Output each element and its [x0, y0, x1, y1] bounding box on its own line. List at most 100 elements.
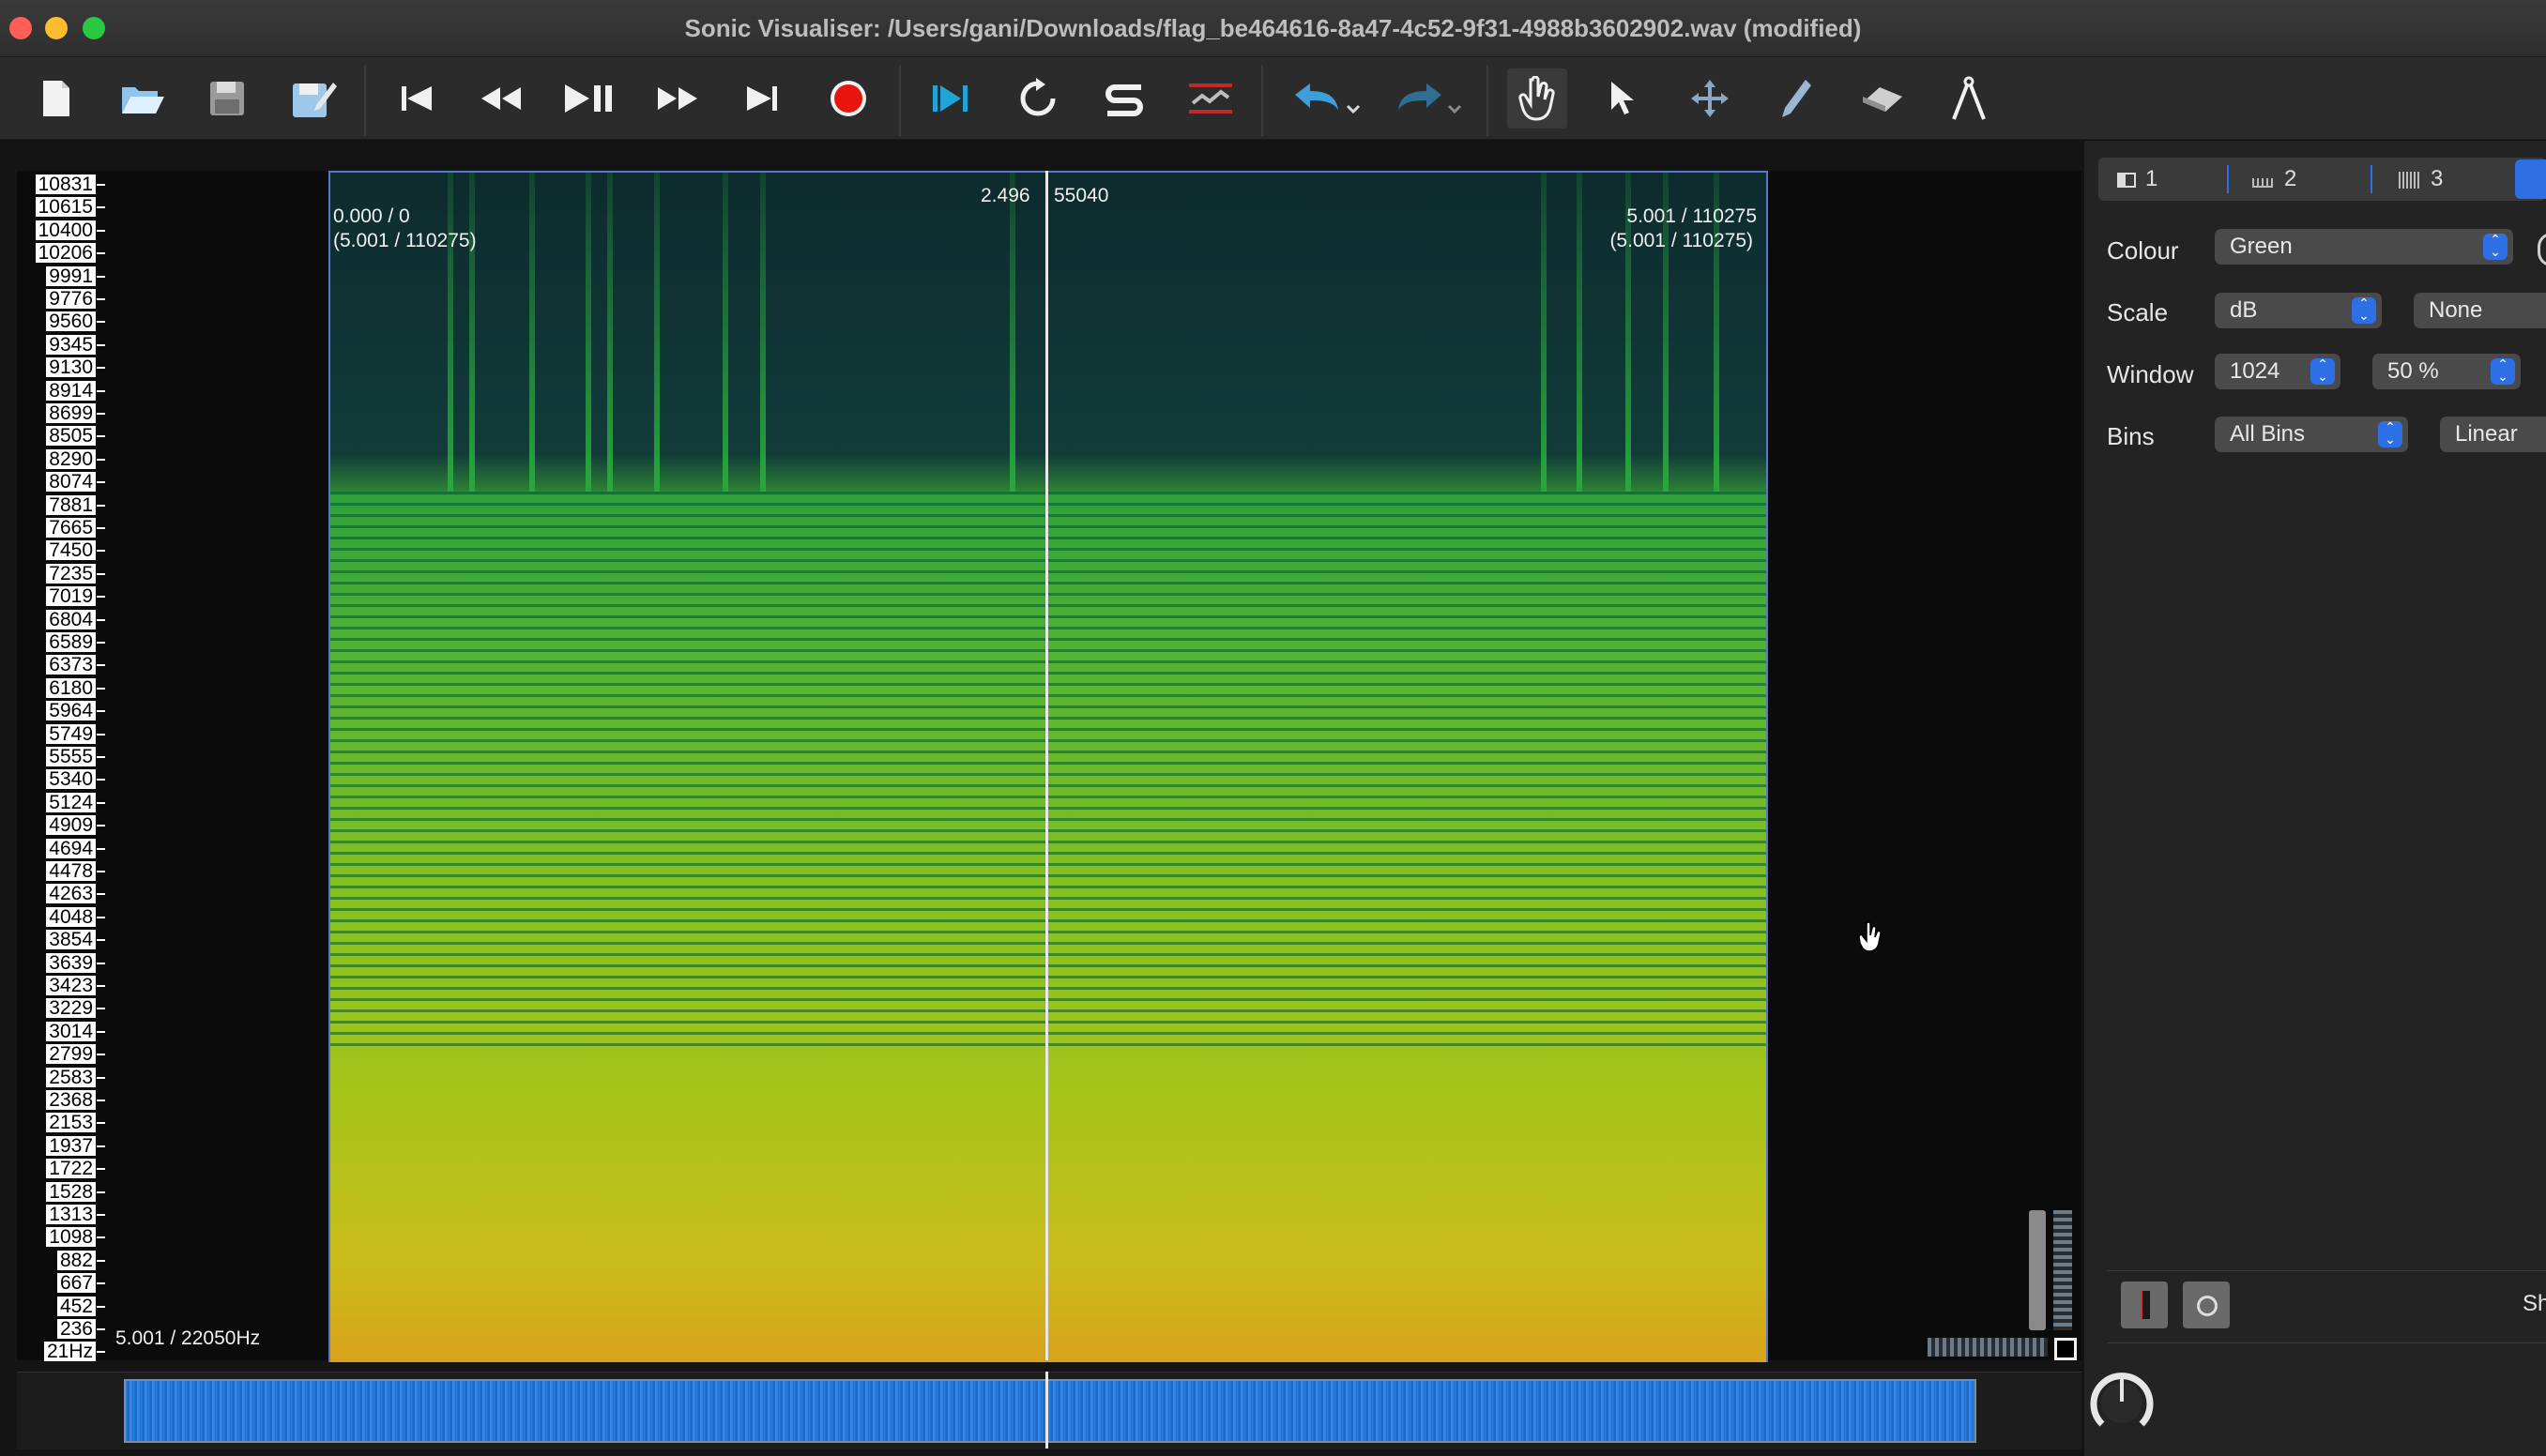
- frequency-tick-label: 1313: [46, 1205, 96, 1224]
- bins-scale-value: Linear: [2455, 421, 2518, 447]
- overlap-dropdown[interactable]: 50 % ⌃ ⌄: [2372, 354, 2521, 389]
- loop-icon[interactable]: [1008, 68, 1068, 129]
- frequency-tick-label: 3014: [46, 1021, 96, 1041]
- frequency-tick-label: 9991: [46, 265, 96, 286]
- save-as-icon[interactable]: [283, 68, 343, 129]
- navigate-tool-icon[interactable]: [1507, 68, 1567, 129]
- frequency-tick: 21Hz: [17, 1342, 105, 1364]
- frequency-tick: 5340: [17, 769, 105, 792]
- overview-waveform[interactable]: [124, 1379, 1976, 1443]
- spectrogram-view[interactable]: [328, 171, 1768, 1362]
- tab-3[interactable]: 3: [2399, 159, 2443, 199]
- waveform-icon: [2399, 171, 2419, 189]
- colour-dropdown[interactable]: Green ⌃ ⌄: [2215, 229, 2513, 265]
- window-label: Window: [2107, 360, 2194, 388]
- normalize-dropdown[interactable]: None: [2414, 293, 2546, 328]
- frequency-tick: 236: [17, 1319, 105, 1342]
- frequency-tick-label: 2153: [46, 1113, 96, 1133]
- zoom-reset-button[interactable]: [2054, 1338, 2077, 1360]
- frequency-tick-label: 6180: [46, 677, 96, 698]
- tab-2[interactable]: 2: [2252, 159, 2296, 199]
- frequency-tick: 1937: [17, 1135, 105, 1159]
- measure-tool-icon[interactable]: [1939, 68, 1999, 129]
- cursor-time-label: 2.496: [981, 185, 1030, 206]
- frequency-tick: 4263: [17, 884, 105, 906]
- speed-icon[interactable]: [1181, 68, 1241, 129]
- layer-visibility-button[interactable]: [2121, 1282, 2168, 1328]
- window-size-dropdown[interactable]: 1024 ⌃ ⌄: [2215, 354, 2340, 389]
- normalize-value: None: [2429, 297, 2483, 323]
- playhead-cursor[interactable]: [1045, 171, 1048, 1360]
- erase-tool-icon[interactable]: [1852, 68, 1913, 129]
- vertical-zoom-wheel[interactable]: [2053, 1210, 2072, 1330]
- vertical-zoom-slider[interactable]: [2029, 1210, 2046, 1330]
- start-time-label: 0.000 / 0: [333, 205, 410, 227]
- play-pause-icon[interactable]: [559, 68, 619, 129]
- solo-icon[interactable]: [1094, 68, 1154, 129]
- rewind-icon[interactable]: [471, 68, 531, 129]
- frequency-tick-label: 8914: [46, 380, 96, 401]
- property-panel: [2084, 141, 2546, 1456]
- layer-tab-bar: [2098, 158, 2546, 201]
- horizontal-zoom-wheel[interactable]: [1928, 1338, 2048, 1357]
- frequency-tick: 4909: [17, 815, 105, 838]
- redo-icon[interactable]: [1389, 68, 1464, 129]
- open-file-icon[interactable]: [113, 68, 173, 129]
- frequency-tick: 7235: [17, 563, 105, 586]
- colour-value: Green: [2230, 234, 2293, 259]
- move-tool-icon[interactable]: [1680, 68, 1740, 129]
- bins-dropdown[interactable]: All Bins ⌃ ⌄: [2215, 417, 2408, 452]
- frequency-tick: 9560: [17, 311, 105, 334]
- frequency-tick: 7450: [17, 540, 105, 563]
- frequency-tick-label: 8699: [46, 403, 96, 423]
- frequency-tick: 3229: [17, 998, 105, 1021]
- frequency-tick: 2153: [17, 1113, 105, 1135]
- fast-forward-icon[interactable]: [648, 68, 708, 129]
- truncated-label: Sh: [2523, 1291, 2546, 1316]
- frequency-tick: 6180: [17, 677, 105, 701]
- save-icon[interactable]: [197, 68, 257, 129]
- tab-divider: [2227, 165, 2229, 193]
- frequency-tick-label: 10400: [35, 220, 96, 240]
- layer-play-toggle-button[interactable]: [2183, 1282, 2230, 1328]
- select-tool-icon[interactable]: [1592, 68, 1652, 129]
- undo-icon[interactable]: [1288, 68, 1363, 129]
- draw-tool-icon[interactable]: [1766, 68, 1826, 129]
- frequency-tick-label: 9560: [46, 311, 96, 332]
- tab-1[interactable]: 1: [2117, 159, 2157, 199]
- frequency-tick-label: 4478: [46, 861, 96, 881]
- overview-playhead[interactable]: [1045, 1372, 1048, 1448]
- frequency-tick-label: 667: [56, 1273, 96, 1294]
- frequency-tick: 10615: [17, 197, 105, 220]
- record-icon[interactable]: [818, 68, 878, 129]
- frequency-tick: 7019: [17, 586, 105, 609]
- frequency-tick: 9776: [17, 289, 105, 311]
- frequency-tick-label: 7881: [46, 494, 96, 515]
- frequency-tick-label: 21Hz: [43, 1342, 96, 1362]
- scale-label: Scale: [2107, 298, 2169, 326]
- chevron-updown-icon: ⌃ ⌄: [2491, 357, 2515, 385]
- bins-scale-dropdown[interactable]: Linear: [2440, 417, 2546, 452]
- new-file-icon[interactable]: [26, 68, 86, 129]
- play-selection-icon[interactable]: [922, 68, 982, 129]
- frequency-tick-label: 4694: [46, 838, 96, 858]
- fast-forward-end-icon[interactable]: [732, 68, 792, 129]
- colour-label: Colour: [2107, 236, 2179, 265]
- scale-dropdown[interactable]: dB ⌃ ⌄: [2215, 293, 2382, 328]
- frequency-tick-label: 1937: [46, 1135, 96, 1156]
- frequency-tick: 10831: [17, 174, 105, 197]
- frequency-tick-label: 6373: [46, 655, 96, 675]
- frequency-tick: 5964: [17, 701, 105, 723]
- tab-2-label: 2: [2284, 166, 2297, 191]
- frequency-tick: 10400: [17, 220, 105, 243]
- tab-4-selected[interactable]: [2515, 159, 2546, 199]
- frequency-tick-label: 7450: [46, 540, 96, 561]
- frequency-tick: 1722: [17, 1159, 105, 1181]
- frequency-tick: 8699: [17, 403, 105, 426]
- frequency-readout-label: 5.001 / 22050Hz: [115, 1327, 261, 1349]
- frequency-tick-label: 6804: [46, 609, 96, 629]
- playback-gain-knob[interactable]: [2089, 1370, 2155, 1435]
- hand-pointer-icon: [1858, 921, 1886, 958]
- rewind-start-icon[interactable]: [387, 68, 447, 129]
- chevron-updown-icon: ⌃ ⌄: [2310, 357, 2335, 385]
